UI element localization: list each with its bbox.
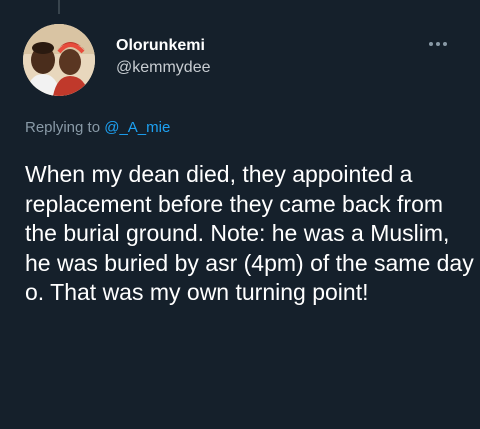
tweet-text: When my dean died, they appointed a repl… — [25, 161, 474, 305]
more-horizontal-icon[interactable] — [429, 38, 455, 50]
replying-to-line: Replying to @_A_mie — [25, 119, 170, 136]
author-handle[interactable]: @kemmydee — [116, 59, 211, 77]
tweet-card[interactable]: Olorunkemi @kemmydee Replying to @_A_mie… — [0, 0, 480, 429]
replying-to-label: Replying to — [25, 119, 105, 136]
avatar[interactable] — [23, 24, 95, 96]
avatar-image — [23, 24, 95, 96]
replying-to-mention-link[interactable]: @_A_mie — [104, 119, 170, 136]
thread-connector-line — [58, 0, 60, 14]
author-name[interactable]: Olorunkemi — [116, 37, 205, 55]
